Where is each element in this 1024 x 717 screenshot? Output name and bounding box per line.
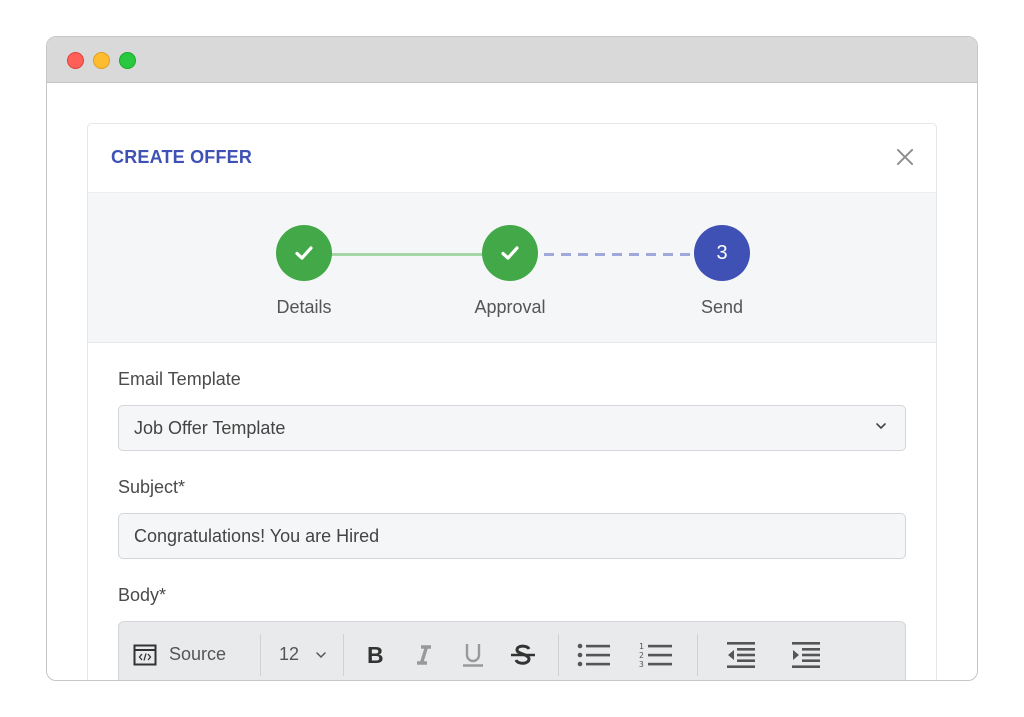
subject-label: Subject* xyxy=(118,477,186,497)
create-offer-modal: CREATE OFFER Details Approval 3 Send Ema… xyxy=(87,123,937,680)
svg-text:B: B xyxy=(367,644,384,666)
check-icon xyxy=(295,246,313,260)
offer-form: Email Template Job Offer Template Subjec… xyxy=(88,369,936,680)
browser-window: CREATE OFFER Details Approval 3 Send Ema… xyxy=(46,36,978,681)
step-label: Approval xyxy=(474,297,546,317)
modal-title: CREATE OFFER xyxy=(111,147,253,167)
outdent-button[interactable] xyxy=(698,635,784,675)
step-label: Details xyxy=(276,297,332,317)
email-template-select[interactable]: Job Offer Template xyxy=(118,405,906,451)
numbered-list-icon: 1 2 3 xyxy=(639,642,673,669)
check-icon xyxy=(501,246,519,260)
svg-text:2: 2 xyxy=(639,651,644,660)
svg-text:3: 3 xyxy=(639,660,644,669)
bulleted-list-icon xyxy=(577,643,611,666)
chevron-down-icon xyxy=(316,651,326,658)
numbered-list-button[interactable]: 1 2 3 xyxy=(629,635,683,675)
subject-value: Congratulations! You are Hired xyxy=(134,525,380,546)
bold-button[interactable]: B xyxy=(348,635,402,675)
email-template-value: Job Offer Template xyxy=(134,417,286,438)
step-number-badge: 3 xyxy=(694,225,750,281)
outdent-icon xyxy=(727,641,756,668)
indent-button[interactable] xyxy=(784,635,828,675)
window-close-button[interactable] xyxy=(67,52,84,69)
bold-icon: B xyxy=(367,644,384,666)
modal-header: CREATE OFFER xyxy=(88,124,936,193)
email-template-label: Email Template xyxy=(118,369,241,389)
progress-stepper: Details Approval 3 Send xyxy=(88,193,936,343)
close-icon[interactable] xyxy=(894,146,916,168)
strikethrough-button[interactable] xyxy=(500,635,546,675)
svg-text:1: 1 xyxy=(639,642,644,651)
window-minimize-button[interactable] xyxy=(93,52,110,69)
font-size-value: 12 xyxy=(279,644,300,664)
bulleted-list-button[interactable] xyxy=(559,635,629,675)
underline-icon xyxy=(463,643,484,667)
underline-button[interactable] xyxy=(446,635,500,675)
step-send[interactable]: 3 Send xyxy=(662,225,782,318)
window-maximize-button[interactable] xyxy=(119,52,136,69)
font-size-select[interactable]: 12 xyxy=(261,635,343,675)
source-code-icon xyxy=(133,644,157,665)
editor-toolbar: Source 12 B 1 2 3 xyxy=(118,621,906,680)
window-titlebar xyxy=(47,37,977,83)
strikethrough-icon xyxy=(511,644,536,665)
italic-icon xyxy=(417,644,432,665)
source-label: Source xyxy=(169,644,227,664)
italic-button[interactable] xyxy=(402,635,446,675)
indent-icon xyxy=(792,641,821,668)
source-button[interactable]: Source xyxy=(133,635,260,675)
toolbar-divider xyxy=(343,633,345,676)
step-details[interactable]: Details xyxy=(244,225,364,318)
step-approval[interactable]: Approval xyxy=(450,225,570,318)
chevron-down-icon xyxy=(876,423,886,430)
subject-input[interactable]: Congratulations! You are Hired xyxy=(118,513,906,559)
step-label: Send xyxy=(700,297,744,317)
step-complete-badge xyxy=(276,225,332,281)
step-complete-badge xyxy=(482,225,538,281)
body-label: Body* xyxy=(118,585,167,605)
